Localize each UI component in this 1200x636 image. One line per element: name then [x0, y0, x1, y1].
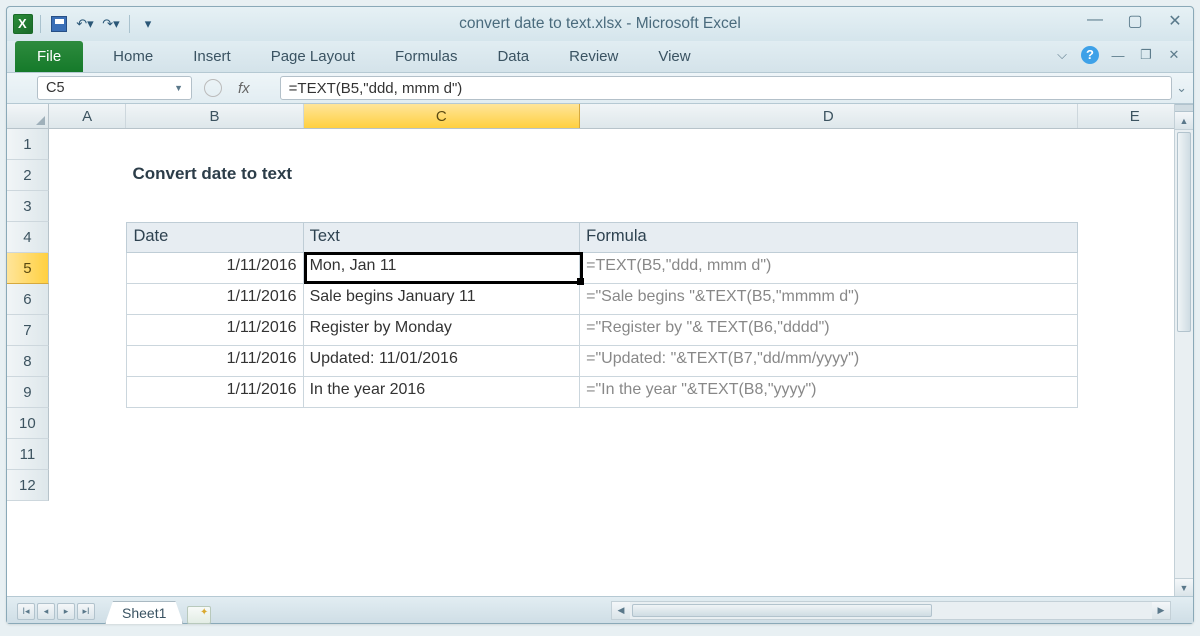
row-header[interactable]: 6: [7, 284, 49, 315]
qat-customize[interactable]: ▾: [137, 13, 159, 35]
cell-text[interactable]: Sale begins January 11: [304, 284, 581, 315]
cell-date[interactable]: 1/11/2016: [126, 253, 303, 284]
formula-bar[interactable]: =TEXT(B5,"ddd, mmm d"): [280, 76, 1172, 100]
separator: [129, 15, 130, 33]
cell-formula[interactable]: ="Sale begins "&TEXT(B5,"mmmm d"): [580, 284, 1077, 315]
cell-text[interactable]: Updated: 11/01/2016: [304, 346, 581, 377]
name-box[interactable]: C5 ▼: [37, 76, 192, 100]
row-header[interactable]: 10: [7, 408, 49, 439]
undo-button[interactable]: ↶▾: [74, 13, 96, 35]
wb-close-icon[interactable]: ✕: [1165, 46, 1183, 64]
row-header[interactable]: 2: [7, 160, 49, 191]
save-icon: [51, 16, 67, 32]
minimize-button[interactable]: —: [1083, 11, 1107, 31]
table-header-date[interactable]: Date: [126, 222, 303, 253]
redo-button[interactable]: ↷▾: [100, 13, 122, 35]
scroll-thumb[interactable]: [632, 604, 932, 617]
cell-date[interactable]: 1/11/2016: [126, 315, 303, 346]
scroll-down-button[interactable]: ▼: [1175, 578, 1193, 596]
sheet-tab-nav: I◂ ◂ ▸ ▸I: [17, 603, 95, 620]
scroll-track[interactable]: [1175, 130, 1193, 578]
title-bar: ↶▾ ↷▾ ▾ convert date to text.xlsx - Micr…: [7, 7, 1193, 41]
separator: [40, 15, 41, 33]
table-header-formula[interactable]: Formula: [580, 222, 1077, 253]
excel-app-icon[interactable]: [13, 14, 33, 34]
window-title: convert date to text.xlsx - Microsoft Ex…: [7, 15, 1193, 33]
col-header-b[interactable]: B: [126, 104, 303, 128]
cell-formula[interactable]: ="In the year "&TEXT(B8,"yyyy"): [580, 377, 1077, 408]
chevron-down-icon[interactable]: ▼: [174, 83, 183, 93]
cell-formula[interactable]: ="Updated: "&TEXT(B7,"dd/mm/yyyy"): [580, 346, 1077, 377]
table-header-text[interactable]: Text: [304, 222, 581, 253]
cell-text[interactable]: Register by Monday: [304, 315, 581, 346]
wb-minimize-icon[interactable]: —: [1109, 46, 1127, 64]
nav-next-button[interactable]: ▸: [57, 603, 75, 620]
tab-data[interactable]: Data: [477, 41, 549, 72]
ribbon-minimize-icon[interactable]: ⌵: [1053, 46, 1071, 64]
row-header[interactable]: 12: [7, 470, 49, 501]
col-header-a[interactable]: A: [49, 104, 127, 128]
split-handle[interactable]: [1175, 104, 1193, 112]
row-header[interactable]: 9: [7, 377, 49, 408]
row-header[interactable]: 3: [7, 191, 49, 222]
window-controls: — ▢ ✕: [1083, 11, 1187, 31]
cell-date[interactable]: 1/11/2016: [126, 284, 303, 315]
scroll-left-button[interactable]: ◀: [612, 602, 630, 619]
name-box-value: C5: [46, 80, 65, 96]
ribbon-right: ⌵ ? — ❐ ✕: [1053, 46, 1183, 64]
select-all-corner[interactable]: [7, 104, 49, 128]
ribbon: File Home Insert Page Layout Formulas Da…: [7, 41, 1193, 73]
sheet-title[interactable]: Convert date to text: [126, 160, 303, 191]
quick-access-toolbar: ↶▾ ↷▾ ▾: [7, 13, 159, 35]
horizontal-scrollbar[interactable]: ◀ ▶: [611, 601, 1171, 620]
scroll-track[interactable]: [630, 602, 1152, 619]
col-header-d[interactable]: D: [580, 104, 1077, 128]
vertical-scrollbar[interactable]: ▲ ▼: [1174, 104, 1193, 596]
scroll-right-button[interactable]: ▶: [1152, 602, 1170, 619]
scroll-up-button[interactable]: ▲: [1175, 112, 1193, 130]
row-header[interactable]: 7: [7, 315, 49, 346]
row-header[interactable]: 1: [7, 129, 49, 160]
formula-bar-row: C5 ▼ fx =TEXT(B5,"ddd, mmm d") ⌄: [7, 73, 1193, 104]
wb-restore-icon[interactable]: ❐: [1137, 46, 1155, 64]
close-button[interactable]: ✕: [1163, 11, 1187, 31]
tab-home[interactable]: Home: [93, 41, 173, 72]
cell-text[interactable]: Mon, Jan 11: [304, 253, 581, 284]
nav-prev-button[interactable]: ◂: [37, 603, 55, 620]
maximize-button[interactable]: ▢: [1123, 11, 1147, 31]
col-header-c[interactable]: C: [304, 104, 581, 128]
app-window: ↶▾ ↷▾ ▾ convert date to text.xlsx - Micr…: [6, 6, 1194, 624]
tab-page-layout[interactable]: Page Layout: [251, 41, 375, 72]
nav-first-button[interactable]: I◂: [17, 603, 35, 620]
cells-area[interactable]: 1 2 Convert date to text 3 4 Date Text Fo…: [7, 129, 1193, 501]
formula-bar-value: =TEXT(B5,"ddd, mmm d"): [289, 80, 463, 97]
file-tab[interactable]: File: [15, 41, 83, 72]
row-header[interactable]: 4: [7, 222, 49, 253]
tab-insert[interactable]: Insert: [173, 41, 251, 72]
row-header[interactable]: 11: [7, 439, 49, 470]
status-bar: I◂ ◂ ▸ ▸I Sheet1 ◀ ▶: [7, 596, 1193, 623]
new-sheet-button[interactable]: [187, 606, 211, 624]
save-button[interactable]: [48, 13, 70, 35]
insert-function-button[interactable]: [204, 79, 222, 97]
row-header[interactable]: 5: [7, 253, 49, 284]
cell-text[interactable]: In the year 2016: [304, 377, 581, 408]
scroll-thumb[interactable]: [1177, 132, 1191, 332]
row-header[interactable]: 8: [7, 346, 49, 377]
tab-review[interactable]: Review: [549, 41, 638, 72]
nav-last-button[interactable]: ▸I: [77, 603, 95, 620]
worksheet-grid[interactable]: A B C D E 1 2 Convert date to text 3 4 Da…: [7, 104, 1193, 596]
tab-view[interactable]: View: [638, 41, 710, 72]
cell-formula[interactable]: ="Register by "& TEXT(B6,"dddd"): [580, 315, 1077, 346]
help-icon[interactable]: ?: [1081, 46, 1099, 64]
cell-formula[interactable]: =TEXT(B5,"ddd, mmm d"): [580, 253, 1077, 284]
cell-date[interactable]: 1/11/2016: [126, 346, 303, 377]
cell-date[interactable]: 1/11/2016: [126, 377, 303, 408]
tab-formulas[interactable]: Formulas: [375, 41, 478, 72]
column-headers: A B C D E: [7, 104, 1193, 129]
sheet-tab-sheet1[interactable]: Sheet1: [105, 601, 183, 624]
fx-label[interactable]: fx: [238, 80, 250, 97]
formula-bar-expand-icon[interactable]: ⌄: [1176, 80, 1187, 96]
